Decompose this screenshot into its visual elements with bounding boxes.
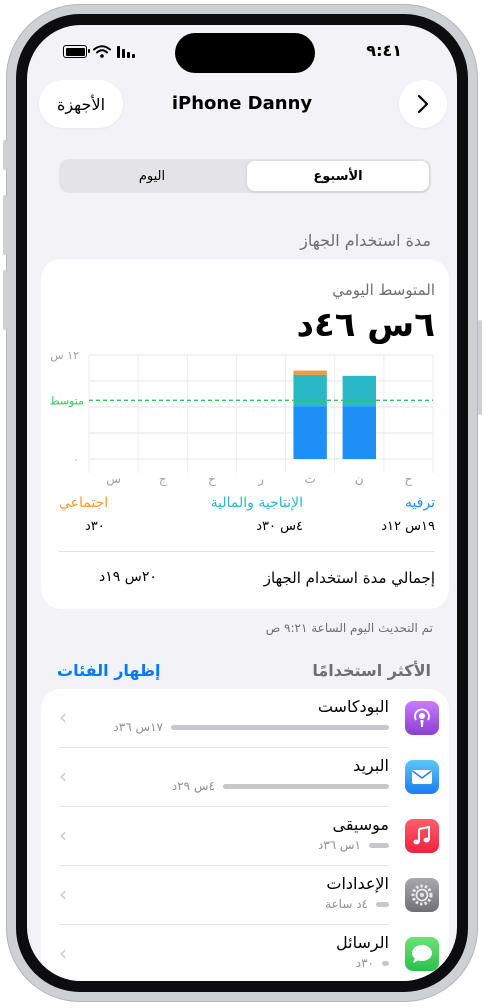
app-row-mail[interactable]: البريد ٤س ٢٩د ‹: [41, 748, 449, 807]
app-usage-bar: [382, 961, 389, 966]
app-usage-time: ٤د ساعة: [325, 897, 368, 911]
y-tick-label-zero: ٠: [73, 453, 79, 466]
volume-down-button: [3, 270, 7, 330]
app-name: موسيقى: [332, 815, 390, 834]
podcasts-icon: [405, 701, 439, 735]
chevron-left-icon: ‹: [59, 882, 67, 906]
y-tick-label-max: ١٢ س: [50, 349, 79, 362]
segment-day[interactable]: اليوم: [61, 161, 243, 191]
chevron-left-icon: ‹: [59, 941, 67, 965]
period-segmented-control: الأسبوع اليوم: [59, 159, 431, 193]
usage-card: المتوسط اليومي ٦س ٤٦د ح ن ث ر خ ج س ١٢ س ٠ متوسط …: [41, 259, 449, 609]
app-usage-time: ٤س ٢٩د: [171, 779, 215, 793]
app-usage-bar: [223, 784, 389, 789]
card-divider: [59, 551, 435, 552]
total-usage-value: ٢٠س ١٩د: [99, 569, 157, 585]
chevron-right-icon: [417, 94, 429, 114]
app-name: الرسائل: [336, 933, 389, 952]
wifi-icon: [93, 45, 111, 58]
status-time: ٩:٤١: [366, 41, 402, 60]
x-tick-label: س: [106, 472, 121, 487]
x-tick-label: ن: [355, 472, 364, 486]
side-button: [478, 320, 482, 415]
forward-button[interactable]: [399, 80, 447, 128]
chart-bar-0-2: [293, 406, 327, 459]
app-row-music[interactable]: موسيقى ١س ٣٦د ‹: [41, 807, 449, 866]
chart-bar-2-2: [293, 370, 327, 375]
legend-name-productivity: الإنتاجية والمالية: [210, 495, 303, 511]
battery-icon: [63, 45, 90, 58]
legend-value-social: ٣٠د: [85, 519, 105, 534]
mail-icon: [405, 760, 439, 794]
x-tick-label: ح: [405, 472, 413, 486]
chart-bar-1-2: [293, 374, 327, 407]
app-usage-bar: [376, 902, 389, 907]
total-usage-label: إجمالي مدة استخدام الجهاز: [263, 569, 435, 587]
x-tick-label: خ: [208, 472, 216, 486]
legend-value-productivity: ٤س ٣٠د: [256, 519, 303, 534]
average-label: متوسط: [49, 394, 84, 407]
app-name: الإعدادات: [326, 874, 389, 893]
settings-icon: [405, 878, 439, 912]
daily-average-label: المتوسط اليومي: [332, 281, 435, 299]
dynamic-island: [175, 33, 315, 73]
messages-icon: [405, 937, 439, 971]
chevron-left-icon: ‹: [59, 764, 67, 788]
app-usage-bar: [369, 843, 389, 848]
screen: ٩:٤١ الأجهزة iPhone Danny الأسبوع اليوم …: [27, 25, 457, 981]
most-used-title: الأكثر استخدامًا: [312, 661, 431, 680]
action-button: [3, 140, 7, 170]
app-name: البودكاست: [317, 697, 389, 716]
app-usage-bar: [171, 725, 389, 730]
chevron-left-icon: ‹: [59, 823, 67, 847]
x-tick-label: ث: [304, 472, 315, 486]
app-usage-time: ١٧س ٣٦د: [113, 720, 163, 734]
chart-bar-0-1: [342, 406, 376, 459]
show-categories-link[interactable]: إظهار الفئات: [57, 661, 161, 680]
volume-up-button: [3, 195, 7, 255]
chevron-left-icon: ‹: [59, 705, 67, 729]
cellular-signal-icon: [117, 45, 135, 58]
status-icons: [63, 45, 135, 58]
segment-week[interactable]: الأسبوع: [247, 161, 429, 191]
app-name: البريد: [353, 756, 389, 775]
updated-timestamp: تم التحديث اليوم الساعة ٩:٢١ ص: [265, 621, 433, 635]
page-title: iPhone Danny: [171, 93, 313, 114]
app-row-messages[interactable]: الرسائل ٣٠د ‹: [41, 925, 449, 981]
app-usage-time: ٣٠د: [355, 956, 374, 970]
legend-name-social: اجتماعي: [59, 495, 109, 511]
app-row-settings[interactable]: الإعدادات ٤د ساعة ‹: [41, 866, 449, 925]
music-icon: [405, 819, 439, 853]
app-usage-time: ١س ٣٦د: [317, 838, 361, 852]
legend-value-entertainment: ١٩س ١٢د: [381, 519, 435, 534]
usage-chart: ح ن ث ر خ ج س ١٢ س ٠ متوسط: [49, 349, 434, 487]
most-used-list: البودكاست ١٧س ٣٦د ‹ البريد ٤س ٢٩د ‹ موسي…: [41, 689, 449, 981]
x-tick-label: ج: [159, 472, 167, 486]
daily-average-value: ٦س ٤٦د: [296, 305, 435, 345]
app-row-podcasts[interactable]: البودكاست ١٧س ٣٦د ‹: [41, 689, 449, 748]
x-tick-label: ر: [257, 472, 264, 487]
usage-section-title: مدة استخدام الجهاز: [300, 231, 431, 250]
legend-name-entertainment: ترفيه: [404, 495, 435, 511]
chart-bar-1-1: [342, 375, 376, 407]
